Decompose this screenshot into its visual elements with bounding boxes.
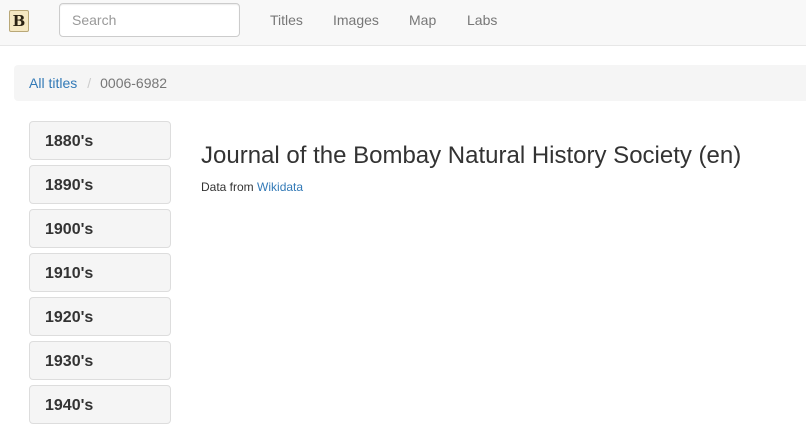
- decade-button-1920s[interactable]: 1920's: [29, 297, 171, 336]
- wikidata-link[interactable]: Wikidata: [257, 180, 303, 194]
- brand-logo-icon[interactable]: B: [9, 10, 29, 32]
- search-input[interactable]: [59, 3, 240, 37]
- decade-button-1900s[interactable]: 1900's: [29, 209, 171, 248]
- decade-button-1930s[interactable]: 1930's: [29, 341, 171, 380]
- decade-button-1940s[interactable]: 1940's: [29, 385, 171, 424]
- top-navbar: B Titles Images Map Labs: [0, 0, 806, 46]
- decade-list: 1880's 1890's 1900's 1910's 1920's 1930'…: [29, 121, 171, 429]
- page-title: Journal of the Bombay Natural History So…: [201, 142, 742, 169]
- nav-link-map[interactable]: Map: [409, 11, 436, 29]
- decade-button-1890s[interactable]: 1890's: [29, 165, 171, 204]
- decade-button-1880s[interactable]: 1880's: [29, 121, 171, 160]
- nav-link-titles[interactable]: Titles: [270, 11, 303, 29]
- breadcrumb: All titles / 0006-6982: [14, 65, 806, 101]
- decade-button-1910s[interactable]: 1910's: [29, 253, 171, 292]
- breadcrumb-all-titles-link[interactable]: All titles: [29, 75, 77, 91]
- data-source-line: Data from Wikidata: [201, 180, 303, 195]
- data-source-prefix: Data from: [201, 180, 254, 194]
- breadcrumb-current: 0006-6982: [100, 75, 168, 91]
- nav-link-labs[interactable]: Labs: [467, 11, 497, 29]
- nav-link-images[interactable]: Images: [333, 11, 379, 29]
- breadcrumb-separator: /: [87, 75, 92, 91]
